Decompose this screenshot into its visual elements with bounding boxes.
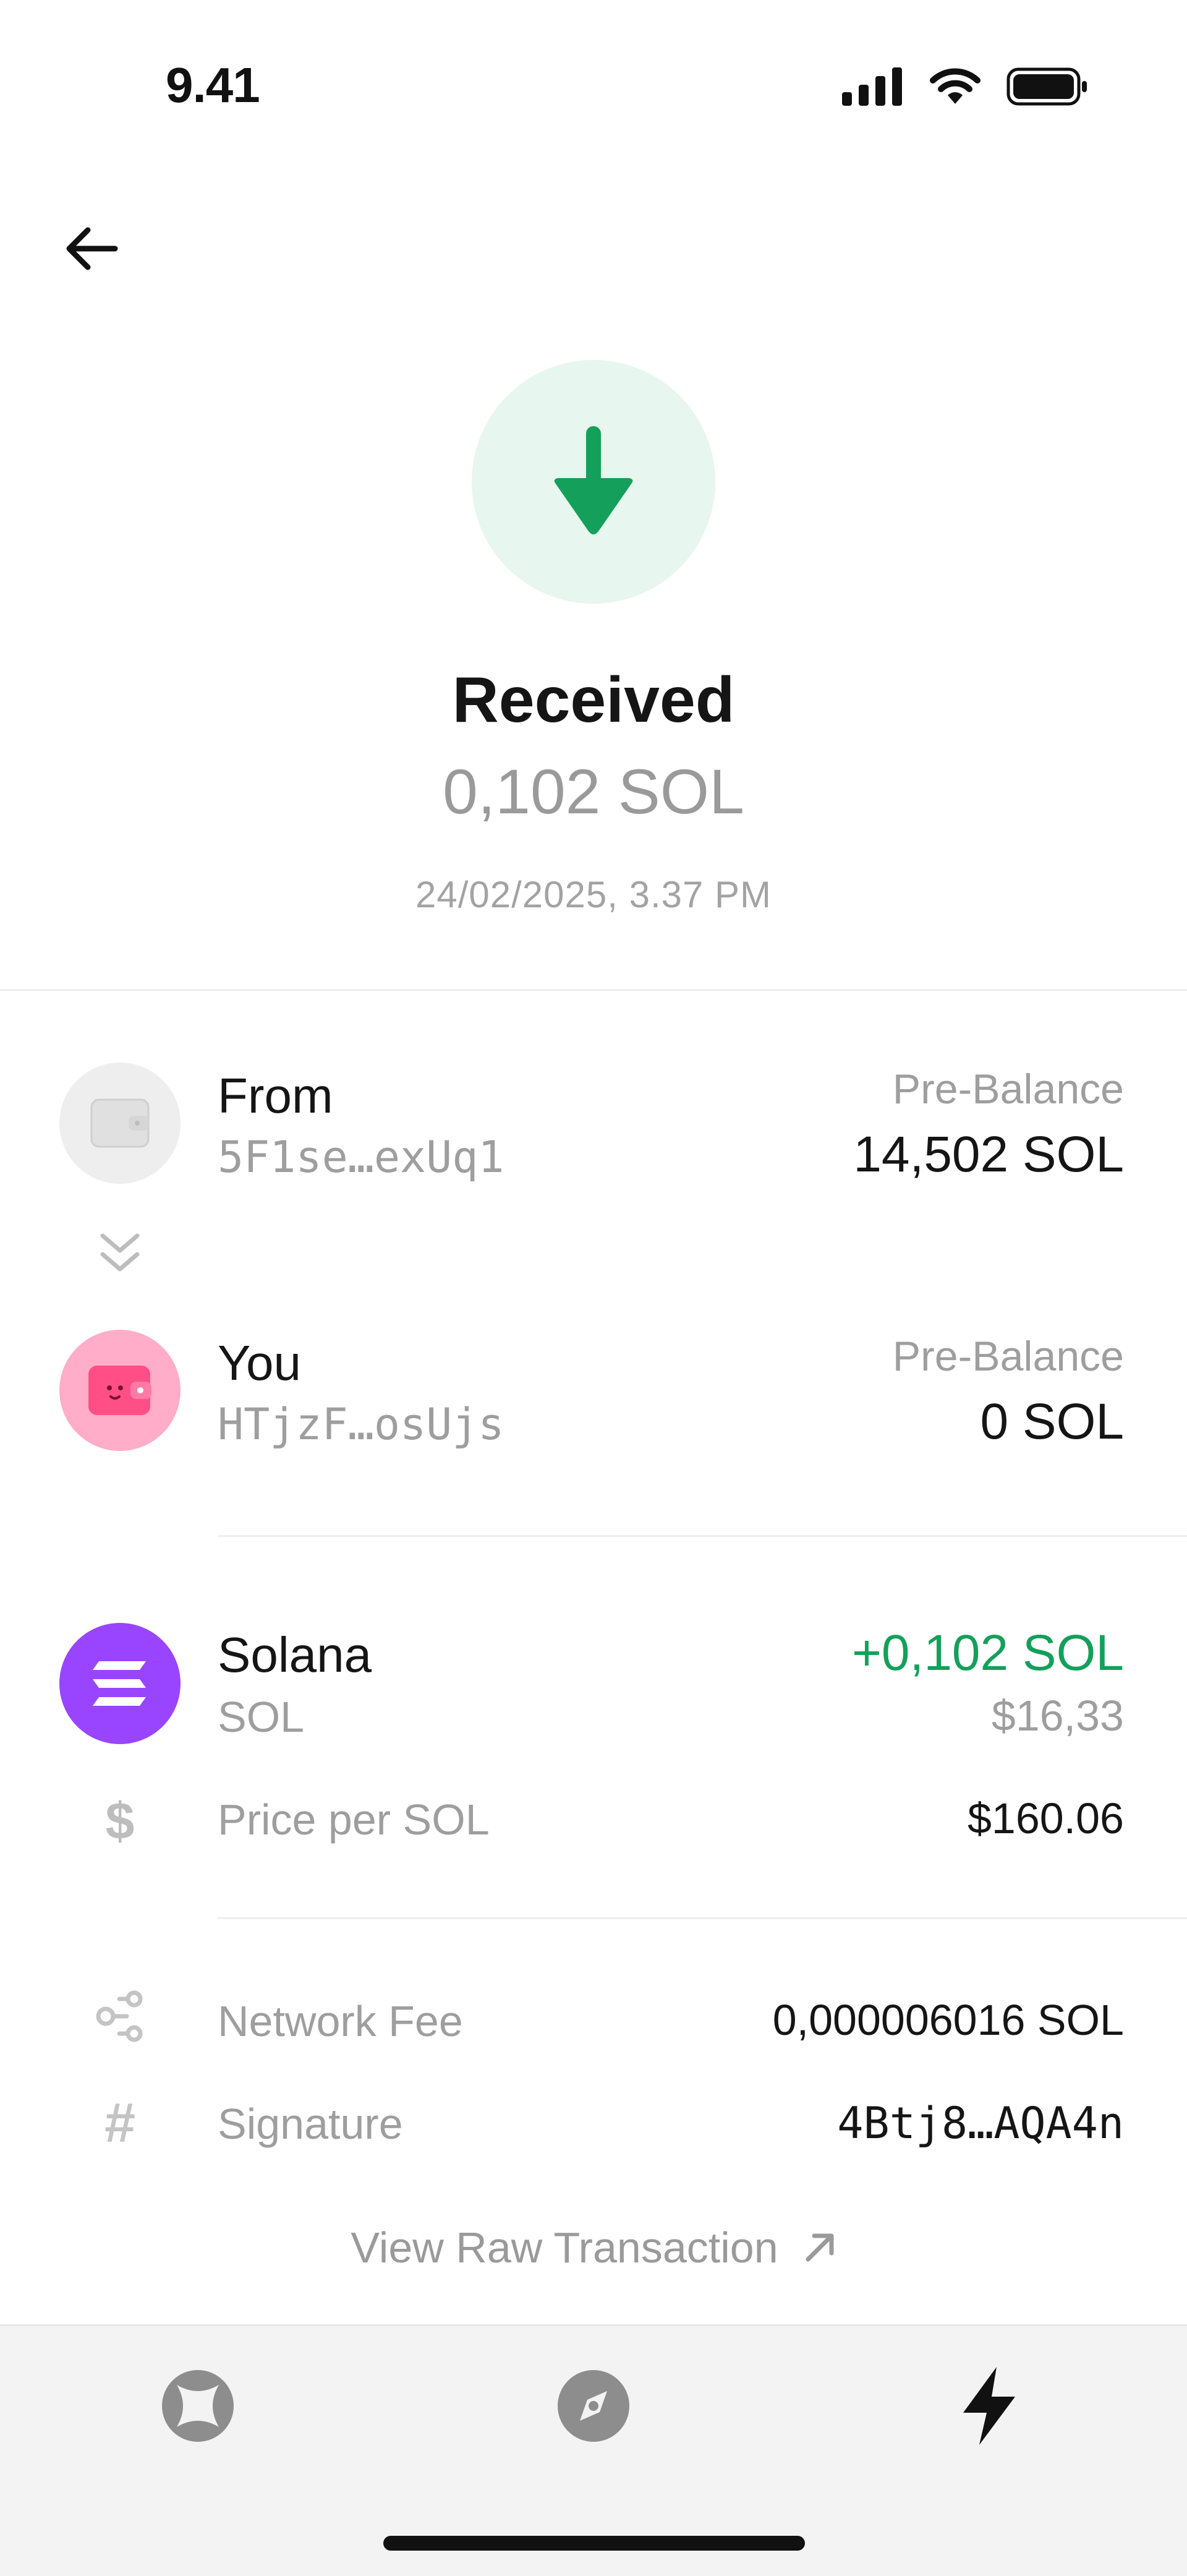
received-amount: 0,102 SOL <box>443 756 744 827</box>
wallet-icon <box>88 1366 151 1415</box>
recipient-pre-balance-label: Pre-Balance <box>892 1333 1124 1380</box>
tab-explore[interactable] <box>148 2356 247 2455</box>
price-label: Price per SOL <box>218 1795 490 1844</box>
from-label: From <box>218 1068 333 1123</box>
sender-avatar <box>59 1063 181 1184</box>
signature-value[interactable]: 4Btj8…AQA4n <box>837 2098 1124 2149</box>
double-chevron-down-icon <box>98 1231 142 1277</box>
arrow-left-icon <box>66 227 118 270</box>
back-button[interactable] <box>59 216 124 281</box>
section-divider <box>218 1917 1187 1919</box>
recipient-label: You <box>218 1335 301 1390</box>
network-icon <box>59 1990 181 2042</box>
arrow-up-right-icon <box>806 2233 834 2262</box>
recipient-address[interactable]: HTjzF…osUjs <box>218 1399 504 1450</box>
recipient-pre-balance: 0 SOL <box>980 1393 1124 1450</box>
explore-icon <box>162 2370 234 2442</box>
section-divider <box>218 1535 1187 1537</box>
network-fee-value: 0,000006016 SOL <box>772 1996 1124 2044</box>
network-fee-label: Network Fee <box>218 1997 463 2045</box>
hash-icon: # <box>104 2092 136 2154</box>
view-raw-transaction-label: View Raw Transaction <box>351 2223 778 2272</box>
section-divider <box>0 989 1187 991</box>
wifi-icon <box>930 68 981 104</box>
asset-name: Solana <box>218 1627 372 1682</box>
solana-token-icon <box>59 1623 181 1744</box>
home-indicator <box>383 2536 805 2551</box>
lightning-icon <box>963 2367 1015 2445</box>
status-time: 9.41 <box>166 58 260 113</box>
tab-discover[interactable] <box>544 2356 643 2455</box>
signature-label: Signature <box>218 2100 403 2148</box>
solana-logo-icon <box>93 1661 146 1706</box>
wallet-icon <box>90 1098 150 1148</box>
asset-usd-value: $16,33 <box>991 1692 1124 1740</box>
sender-pre-balance-label: Pre-Balance <box>892 1066 1124 1113</box>
recipient-avatar <box>59 1330 181 1451</box>
arrow-down-icon <box>554 426 633 534</box>
tab-activity[interactable] <box>940 2356 1039 2455</box>
asset-ticker: SOL <box>218 1693 305 1741</box>
sender-pre-balance: 14,502 SOL <box>853 1126 1124 1183</box>
dollar-icon: $ <box>105 1792 135 1850</box>
price-value: $160.06 <box>967 1794 1124 1842</box>
signal-icon <box>842 67 902 106</box>
received-status-badge <box>472 360 715 604</box>
page-title: Received <box>452 664 735 736</box>
battery-icon <box>1006 67 1087 106</box>
view-raw-transaction-link[interactable]: View Raw Transaction <box>0 2223 1187 2272</box>
asset-change: +0,102 SOL <box>852 1625 1124 1681</box>
sender-address[interactable]: 5F1se…exUq1 <box>218 1132 504 1183</box>
status-icons <box>842 67 1088 106</box>
compass-icon <box>558 2370 629 2442</box>
transaction-datetime: 24/02/2025, 3.37 PM <box>415 874 772 915</box>
